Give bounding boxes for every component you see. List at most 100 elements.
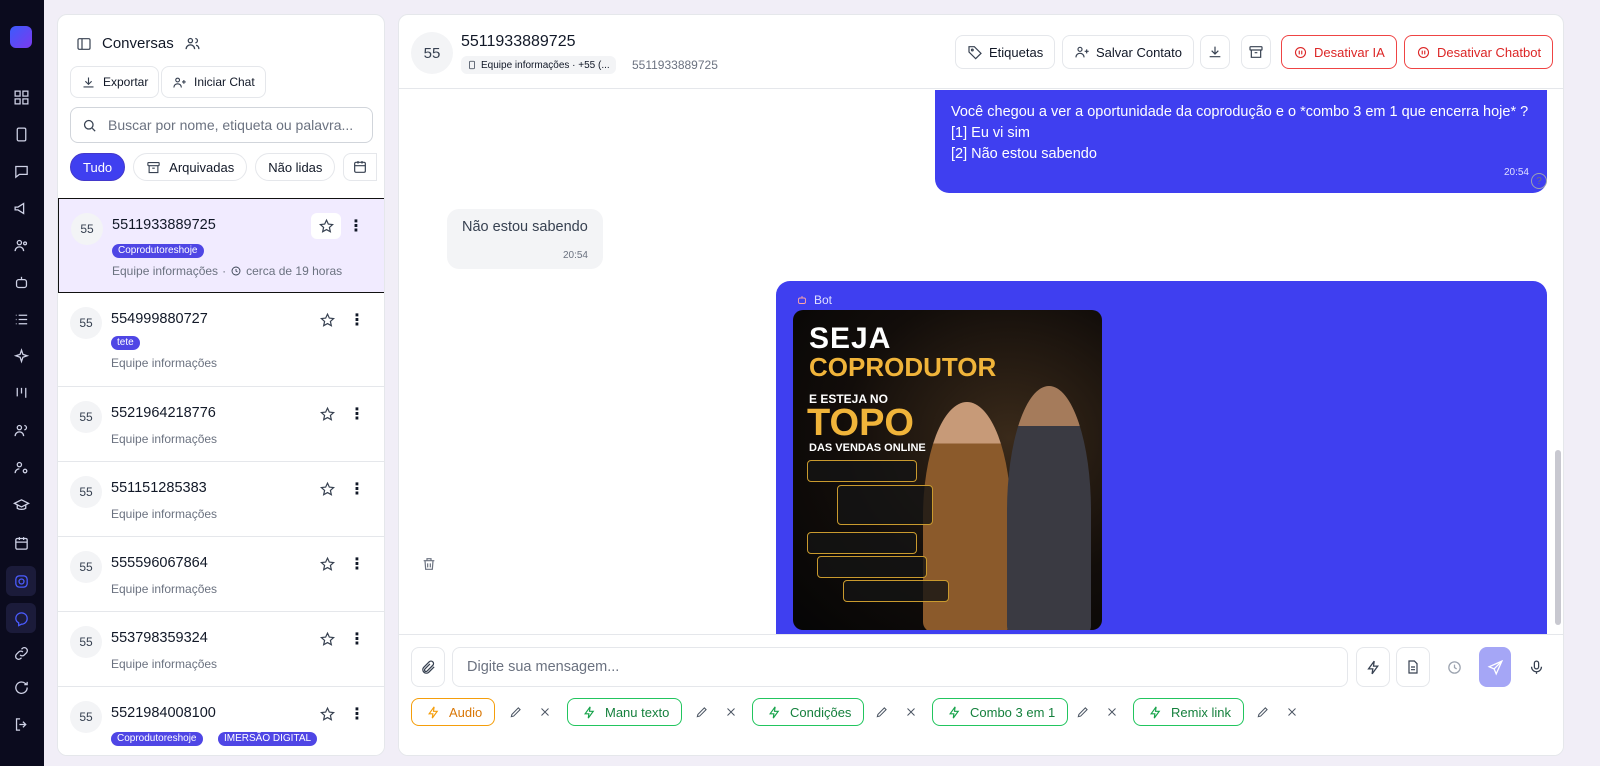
- close-icon[interactable]: [1283, 703, 1301, 721]
- chat-contact-name: 5511933889725: [461, 33, 576, 50]
- help-icon[interactable]: ?: [1531, 173, 1547, 189]
- star-icon[interactable]: [312, 476, 342, 502]
- delete-message-icon[interactable]: [421, 556, 437, 577]
- edit-icon[interactable]: [507, 703, 525, 721]
- conversation-item[interactable]: 55 555596067864 Equipe informações ⋮: [58, 537, 384, 612]
- sparkle-icon[interactable]: [10, 345, 32, 367]
- team-icon[interactable]: [10, 419, 32, 441]
- more-options-icon[interactable]: ⋮: [348, 703, 366, 725]
- kanban-icon[interactable]: [10, 382, 32, 404]
- promo-line: SEJA: [809, 322, 892, 355]
- avatar: 55: [70, 701, 102, 733]
- bot-icon: [796, 294, 808, 306]
- avatar: 55: [70, 626, 102, 658]
- scrollbar-thumb[interactable]: [1555, 450, 1561, 625]
- app-logo[interactable]: [10, 26, 32, 48]
- filter-archived[interactable]: Arquivadas: [133, 153, 248, 181]
- star-icon[interactable]: [312, 401, 342, 427]
- edit-icon[interactable]: [873, 703, 891, 721]
- close-icon[interactable]: [902, 703, 920, 721]
- close-icon[interactable]: [722, 703, 740, 721]
- team-pill[interactable]: Equipe informações · +55 (...: [461, 56, 616, 74]
- quick-reply-combo[interactable]: Combo 3 em 1: [932, 698, 1069, 726]
- refresh-icon[interactable]: [10, 676, 32, 698]
- conversation-item[interactable]: 55 553798359324 Equipe informações ⋮: [58, 612, 384, 687]
- edit-icon[interactable]: [1254, 703, 1272, 721]
- quick-reply-label: Manu texto: [605, 704, 670, 720]
- more-options-icon[interactable]: ⋮: [348, 553, 366, 575]
- conversation-item[interactable]: 55 5511933889725 Coprodutoreshoje Equipe…: [58, 198, 384, 293]
- quick-reply-remix-link[interactable]: Remix link: [1133, 698, 1244, 726]
- users-icon[interactable]: [184, 35, 201, 52]
- contacts-icon[interactable]: [10, 234, 32, 256]
- incoming-message[interactable]: Não estou sabendo 20:54: [447, 209, 603, 269]
- quick-reply-audio[interactable]: Audio: [411, 698, 496, 726]
- lightning-icon: [582, 705, 597, 720]
- save-contact-button[interactable]: Salvar Contato: [1062, 35, 1194, 69]
- sidebar-toggle-icon[interactable]: [76, 36, 92, 52]
- microphone-button[interactable]: [1519, 647, 1553, 687]
- download-icon: [81, 75, 96, 90]
- dashboard-icon[interactable]: [10, 86, 32, 108]
- close-icon[interactable]: [1103, 703, 1121, 721]
- more-options-icon[interactable]: ⋮: [347, 215, 365, 237]
- archive-button[interactable]: [1241, 35, 1271, 69]
- messenger-icon[interactable]: [6, 603, 36, 633]
- conversation-item[interactable]: 55 5521984008100 Coprodutoreshoje IMERSÃ…: [58, 687, 384, 755]
- filter-chips: Tudo Arquivadas Não lidas: [70, 153, 378, 181]
- outgoing-media-message[interactable]: Bot SEJA COPRODUTOR E ESTEJA NO TOPO DAS…: [776, 281, 1547, 635]
- conversation-item[interactable]: 55 551151285383 Equipe informações ⋮: [58, 462, 384, 537]
- star-icon[interactable]: [312, 551, 342, 577]
- conversation-item[interactable]: 55 5521964218776 Equipe informações ⋮: [58, 387, 384, 462]
- attach-button[interactable]: [411, 647, 445, 687]
- panel-header: Conversas: [76, 35, 201, 52]
- search-input[interactable]: [108, 117, 358, 133]
- graduation-cap-icon[interactable]: [10, 494, 32, 516]
- export-button[interactable]: Exportar: [70, 66, 160, 98]
- star-icon[interactable]: [312, 626, 342, 652]
- conversation-item[interactable]: 55 554999880727 tete Equipe informações …: [58, 293, 384, 387]
- team-label: Equipe informações: [112, 264, 219, 278]
- more-options-icon[interactable]: ⋮: [348, 628, 366, 650]
- template-button[interactable]: [1396, 647, 1430, 687]
- megaphone-icon[interactable]: [10, 197, 32, 219]
- edit-icon[interactable]: [693, 703, 711, 721]
- more-options-icon[interactable]: ⋮: [348, 309, 366, 331]
- filter-unread[interactable]: Não lidas: [255, 153, 336, 181]
- promo-image[interactable]: SEJA COPRODUTOR E ESTEJA NO TOPO DAS VEN…: [793, 310, 1102, 630]
- message-list[interactable]: Você chegou a ver a oportunidade da copr…: [399, 90, 1563, 635]
- start-chat-button[interactable]: Iniciar Chat: [161, 66, 266, 98]
- send-button[interactable]: [1479, 647, 1511, 687]
- user-settings-icon[interactable]: [10, 456, 32, 478]
- bot-icon[interactable]: [10, 271, 32, 293]
- edit-icon[interactable]: [1074, 703, 1092, 721]
- schedule-button[interactable]: [1437, 647, 1471, 687]
- chat-panel: 55 5511933889725 Equipe informações · +5…: [398, 14, 1564, 756]
- more-options-icon[interactable]: ⋮: [348, 478, 366, 500]
- download-icon: [1207, 44, 1223, 60]
- logout-icon[interactable]: [10, 713, 32, 735]
- quick-actions-button[interactable]: [1356, 647, 1390, 687]
- download-button[interactable]: [1200, 35, 1230, 69]
- star-icon[interactable]: [311, 213, 341, 239]
- close-icon[interactable]: [536, 703, 554, 721]
- chat-icon[interactable]: [10, 160, 32, 182]
- more-options-icon[interactable]: ⋮: [348, 403, 366, 425]
- filter-all[interactable]: Tudo: [70, 153, 126, 181]
- instagram-icon[interactable]: [6, 566, 36, 596]
- filter-date[interactable]: [343, 153, 378, 181]
- list-icon[interactable]: [10, 308, 32, 330]
- calendar-icon[interactable]: [10, 532, 32, 554]
- quick-reply-manu-texto[interactable]: Manu texto: [567, 698, 683, 726]
- disable-chatbot-button[interactable]: Desativar Chatbot: [1404, 35, 1554, 69]
- outgoing-message[interactable]: Você chegou a ver a oportunidade da copr…: [935, 90, 1547, 193]
- disable-ai-button[interactable]: Desativar IA: [1281, 35, 1397, 69]
- star-icon[interactable]: [312, 307, 342, 333]
- message-input[interactable]: [452, 647, 1348, 687]
- link-icon[interactable]: [10, 642, 32, 664]
- team-label: Equipe informações: [111, 582, 218, 596]
- quick-reply-condicoes[interactable]: Condições: [752, 698, 865, 726]
- tags-button[interactable]: Etiquetas: [955, 35, 1056, 69]
- star-icon[interactable]: [312, 701, 342, 727]
- device-icon[interactable]: [10, 123, 32, 145]
